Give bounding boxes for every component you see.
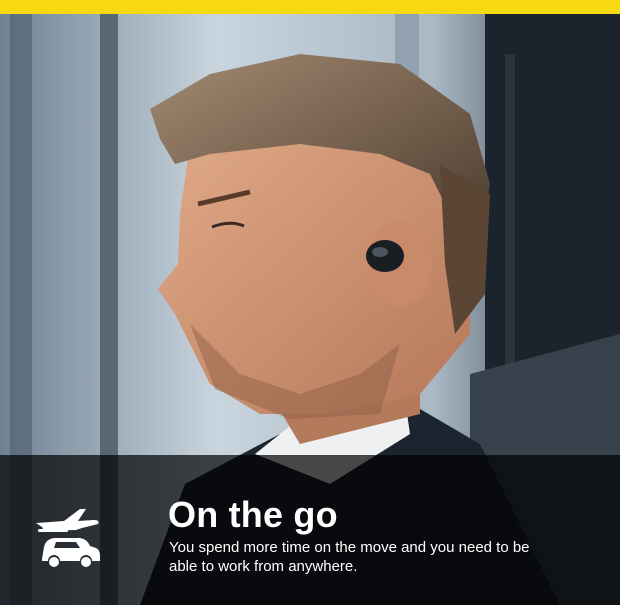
travel-icons <box>36 509 100 567</box>
section-title: On the go <box>168 494 338 535</box>
accent-bar <box>0 0 620 14</box>
feature-card: On the go You spend more time on the mov… <box>0 0 620 605</box>
car-icon <box>42 538 100 567</box>
airplane-icon <box>36 509 99 532</box>
section-description: You spend more time on the move and you … <box>169 539 530 575</box>
